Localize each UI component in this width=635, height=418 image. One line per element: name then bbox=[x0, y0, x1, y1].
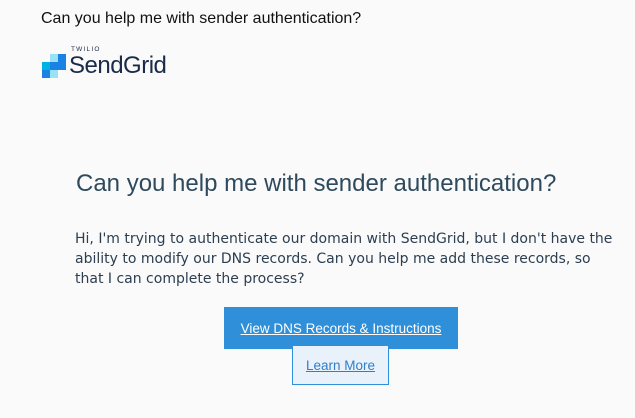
learn-more-button[interactable]: Learn More bbox=[292, 345, 389, 385]
message-body: Hi, I'm trying to authenticate our domai… bbox=[75, 231, 613, 287]
sendgrid-logo: TWILIO SendGrid bbox=[42, 46, 242, 80]
view-dns-records-button[interactable]: View DNS Records & Instructions bbox=[224, 307, 458, 349]
email-subject: Can you help me with sender authenticati… bbox=[41, 10, 362, 27]
sendgrid-logo-mark-icon bbox=[42, 54, 66, 78]
logo-sendgrid-text: SendGrid bbox=[69, 52, 167, 79]
page-title: Can you help me with sender authenticati… bbox=[76, 170, 557, 197]
